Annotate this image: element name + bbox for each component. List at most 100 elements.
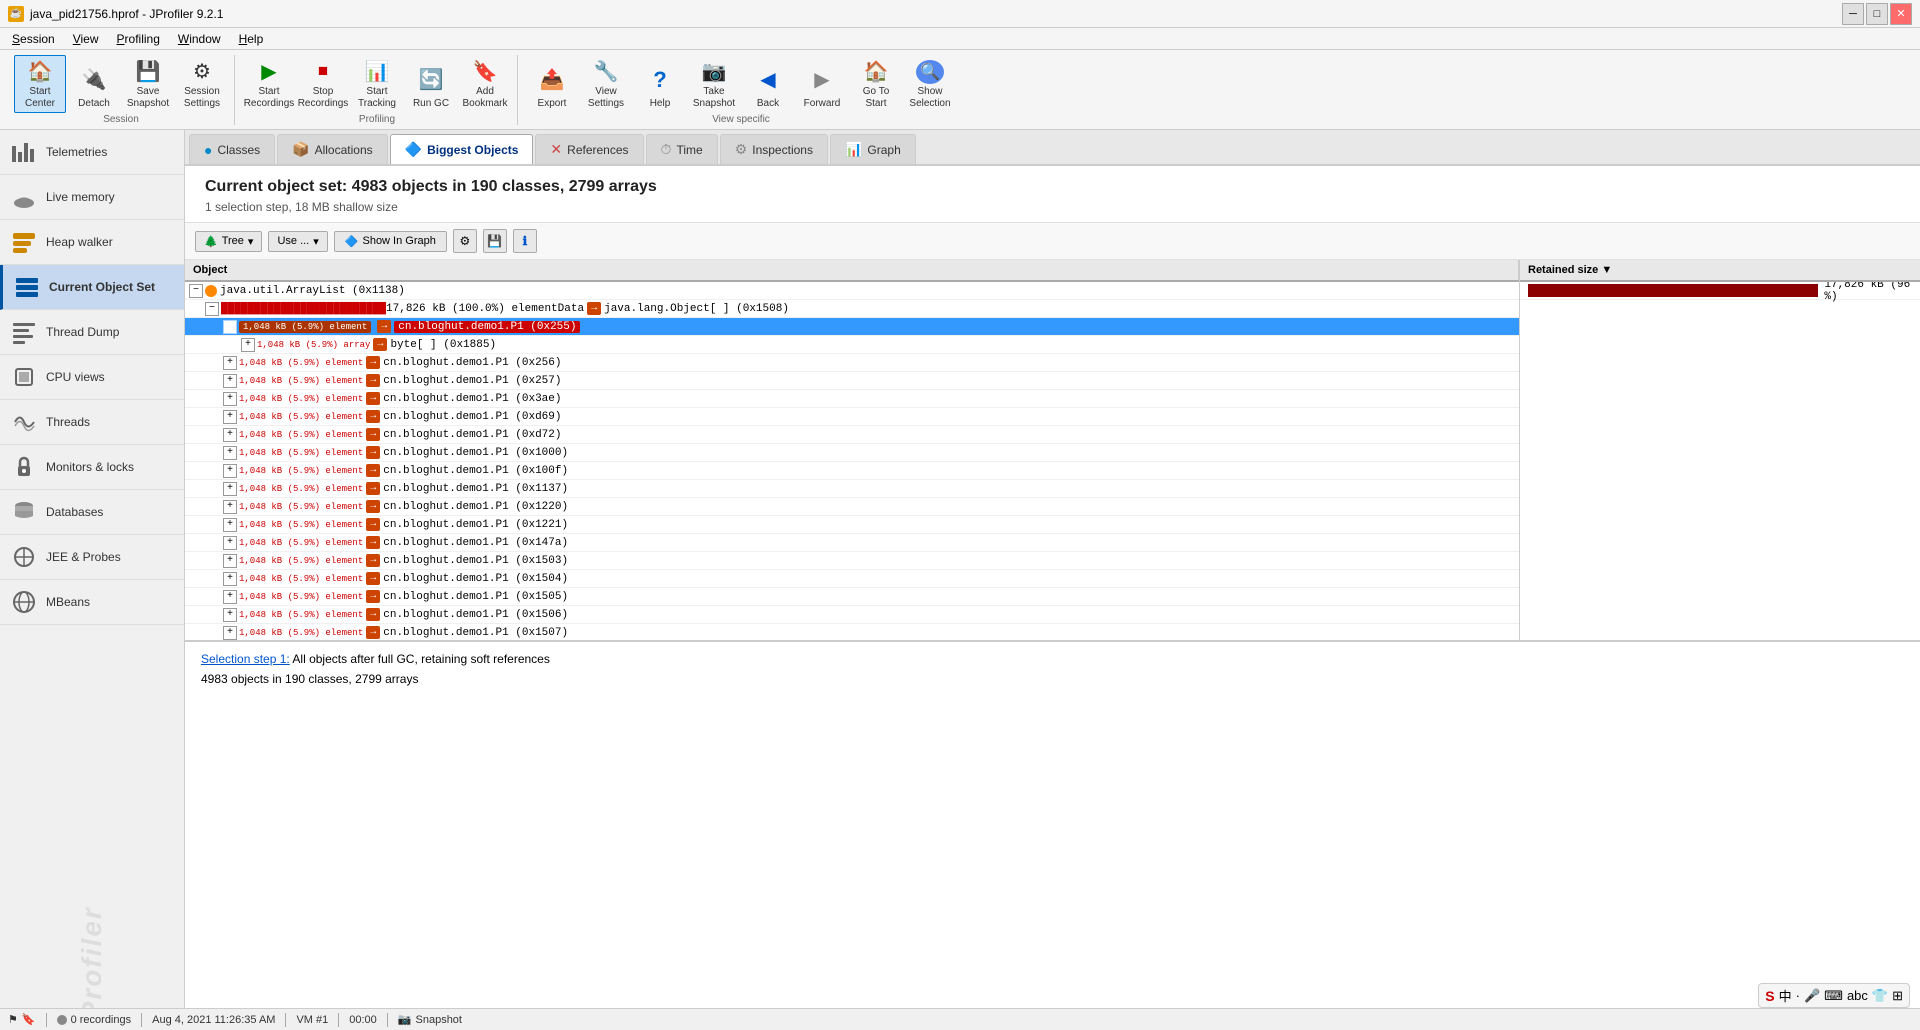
biggest-objects-tab-label: Biggest Objects bbox=[427, 143, 518, 157]
forward-button[interactable]: ▶ Forward bbox=[796, 55, 848, 113]
menu-session[interactable]: Session bbox=[4, 30, 63, 48]
expand-icon[interactable]: + bbox=[223, 374, 237, 388]
expand-icon[interactable]: + bbox=[223, 410, 237, 424]
stop-recordings-button[interactable]: ⏹ StopRecordings bbox=[297, 55, 349, 113]
menu-profiling[interactable]: Profiling bbox=[109, 30, 168, 48]
table-row[interactable]: − █████████████████████████ 17,826 kB (1… bbox=[185, 300, 1519, 318]
start-tracking-button[interactable]: 📊 StartTracking bbox=[351, 55, 403, 113]
expand-icon[interactable]: + bbox=[223, 626, 237, 640]
sidebar-item-thread-dump[interactable]: Thread Dump bbox=[0, 310, 184, 355]
tab-graph[interactable]: 📊 Graph bbox=[830, 134, 916, 164]
settings-icon-button[interactable]: ⚙ bbox=[453, 229, 477, 253]
tab-classes[interactable]: ● Classes bbox=[189, 134, 275, 164]
run-gc-button[interactable]: 🔄 Run GC bbox=[405, 55, 457, 113]
expand-icon[interactable]: + bbox=[223, 392, 237, 406]
retained-spacer bbox=[1520, 372, 1920, 390]
sidebar-item-heap-walker[interactable]: Heap walker bbox=[0, 220, 184, 265]
tab-inspections[interactable]: ⚙ Inspections bbox=[720, 134, 828, 164]
help-button[interactable]: ? Help bbox=[634, 55, 686, 113]
show-in-graph-button[interactable]: 🔷 Show In Graph bbox=[334, 231, 447, 252]
info-icon-button[interactable]: ℹ bbox=[513, 229, 537, 253]
table-row[interactable]: + 1,048 kB (5.9%) element → cn.bloghut.d… bbox=[185, 480, 1519, 498]
expand-icon[interactable]: + bbox=[223, 356, 237, 370]
table-row[interactable]: + 1,048 kB (5.9%) element → cn.bloghut.d… bbox=[185, 588, 1519, 606]
expand-icon[interactable]: + bbox=[223, 464, 237, 478]
sidebar-item-cpu-views[interactable]: CPU views bbox=[0, 355, 184, 400]
expand-icon[interactable]: + bbox=[223, 554, 237, 568]
start-center-button[interactable]: 🏠 StartCenter bbox=[14, 55, 66, 113]
table-row[interactable]: − java.util.ArrayList (0x1138) bbox=[185, 282, 1519, 300]
menu-help[interactable]: Help bbox=[231, 30, 272, 48]
tree-dropdown[interactable]: 🌲 Tree ▾ bbox=[195, 231, 262, 252]
expand-icon[interactable]: + bbox=[241, 338, 255, 352]
sidebar-item-monitors-locks[interactable]: Monitors & locks bbox=[0, 445, 184, 490]
expand-icon[interactable]: − bbox=[223, 320, 237, 334]
sidebar-item-jee-probes[interactable]: JEE & Probes bbox=[0, 535, 184, 580]
menu-view[interactable]: View bbox=[65, 30, 107, 48]
close-button[interactable]: ✕ bbox=[1890, 3, 1912, 25]
use-chevron-icon: ▾ bbox=[313, 235, 319, 248]
view-settings-button[interactable]: 🔧 ViewSettings bbox=[580, 55, 632, 113]
sidebar-item-databases[interactable]: Databases bbox=[0, 490, 184, 535]
minimize-button[interactable]: ─ bbox=[1842, 3, 1864, 25]
table-row[interactable]: − 1,048 kB (5.9%) element → cn.bloghut.d… bbox=[185, 318, 1519, 336]
expand-icon[interactable]: + bbox=[223, 572, 237, 586]
col-retained-header[interactable]: Retained size ▼ bbox=[1520, 260, 1920, 280]
take-snapshot-button[interactable]: 📷 TakeSnapshot bbox=[688, 55, 740, 113]
table-row[interactable]: + 1,048 kB (5.9%) element → cn.bloghut.d… bbox=[185, 498, 1519, 516]
expand-icon[interactable]: + bbox=[223, 590, 237, 604]
save-snapshot-button[interactable]: 💾 SaveSnapshot bbox=[122, 55, 174, 113]
tree-panel[interactable]: Object − java.util.ArrayList (0x1138) − … bbox=[185, 260, 1520, 640]
expand-icon[interactable]: + bbox=[223, 446, 237, 460]
table-header: Object bbox=[185, 260, 1519, 282]
tab-references[interactable]: ✕ References bbox=[535, 134, 643, 164]
use-dropdown[interactable]: Use ... ▾ bbox=[268, 231, 327, 252]
sidebar-item-mbeans[interactable]: MBeans bbox=[0, 580, 184, 625]
show-selection-button[interactable]: 🔍 ShowSelection bbox=[904, 55, 956, 113]
maximize-button[interactable]: □ bbox=[1866, 3, 1888, 25]
go-to-start-label: Go ToStart bbox=[863, 86, 890, 110]
tab-time[interactable]: ⏱ Time bbox=[646, 134, 718, 164]
tab-biggest-objects[interactable]: 🔷 Biggest Objects bbox=[390, 134, 534, 164]
detach-button[interactable]: 🔌 Detach bbox=[68, 55, 120, 113]
table-row[interactable]: + 1,048 kB (5.9%) array → byte[ ] (0x188… bbox=[185, 336, 1519, 354]
selection-step-line: Selection step 1: All objects after full… bbox=[201, 652, 1904, 666]
export-button[interactable]: 📤 Export bbox=[526, 55, 578, 113]
sidebar-item-telemetries[interactable]: Telemetries bbox=[0, 130, 184, 175]
selection-step-link[interactable]: Selection step 1: bbox=[201, 652, 290, 666]
table-row[interactable]: + 1,048 kB (5.9%) element → cn.bloghut.d… bbox=[185, 534, 1519, 552]
expand-icon[interactable]: + bbox=[223, 482, 237, 496]
expand-icon[interactable]: + bbox=[223, 536, 237, 550]
table-row[interactable]: + 1,048 kB (5.9%) element → cn.bloghut.d… bbox=[185, 552, 1519, 570]
table-row[interactable]: + 1,048 kB (5.9%) element → cn.bloghut.d… bbox=[185, 462, 1519, 480]
stop-recordings-label: StopRecordings bbox=[298, 86, 349, 110]
go-to-start-button[interactable]: 🏠 Go ToStart bbox=[850, 55, 902, 113]
expand-icon[interactable]: + bbox=[223, 518, 237, 532]
sidebar-item-threads[interactable]: Threads bbox=[0, 400, 184, 445]
start-recordings-button[interactable]: ▶ StartRecordings bbox=[243, 55, 295, 113]
expand-icon[interactable]: + bbox=[223, 428, 237, 442]
table-row[interactable]: + 1,048 kB (5.9%) element → cn.bloghut.d… bbox=[185, 354, 1519, 372]
table-row[interactable]: + 1,048 kB (5.9%) element → cn.bloghut.d… bbox=[185, 606, 1519, 624]
add-bookmark-button[interactable]: 🔖 AddBookmark bbox=[459, 55, 511, 113]
expand-icon[interactable]: − bbox=[205, 302, 219, 316]
table-row[interactable]: + 1,048 kB (5.9%) element → cn.bloghut.d… bbox=[185, 372, 1519, 390]
session-settings-button[interactable]: ⚙ SessionSettings bbox=[176, 55, 228, 113]
table-row[interactable]: + 1,048 kB (5.9%) element → cn.bloghut.d… bbox=[185, 516, 1519, 534]
expand-icon[interactable]: + bbox=[223, 608, 237, 622]
table-row[interactable]: + 1,048 kB (5.9%) element → cn.bloghut.d… bbox=[185, 624, 1519, 640]
expand-icon[interactable]: + bbox=[223, 500, 237, 514]
table-row[interactable]: + 1,048 kB (5.9%) element → cn.bloghut.d… bbox=[185, 444, 1519, 462]
expand-icon[interactable]: − bbox=[189, 284, 203, 298]
back-button[interactable]: ◀ Back bbox=[742, 55, 794, 113]
export-icon-button[interactable]: 💾 bbox=[483, 229, 507, 253]
menu-window[interactable]: Window bbox=[170, 30, 229, 48]
table-row[interactable]: + 1,048 kB (5.9%) element → cn.bloghut.d… bbox=[185, 570, 1519, 588]
table-row[interactable]: + 1,048 kB (5.9%) element → cn.bloghut.d… bbox=[185, 426, 1519, 444]
tab-allocations[interactable]: 📦 Allocations bbox=[277, 134, 387, 164]
sidebar-item-current-object-set[interactable]: Current Object Set bbox=[0, 265, 184, 310]
table-row[interactable]: + 1,048 kB (5.9%) element → cn.bloghut.d… bbox=[185, 390, 1519, 408]
table-row[interactable]: + 1,048 kB (5.9%) element → cn.bloghut.d… bbox=[185, 408, 1519, 426]
sidebar-item-live-memory[interactable]: Live memory bbox=[0, 175, 184, 220]
threads-icon bbox=[10, 408, 38, 436]
